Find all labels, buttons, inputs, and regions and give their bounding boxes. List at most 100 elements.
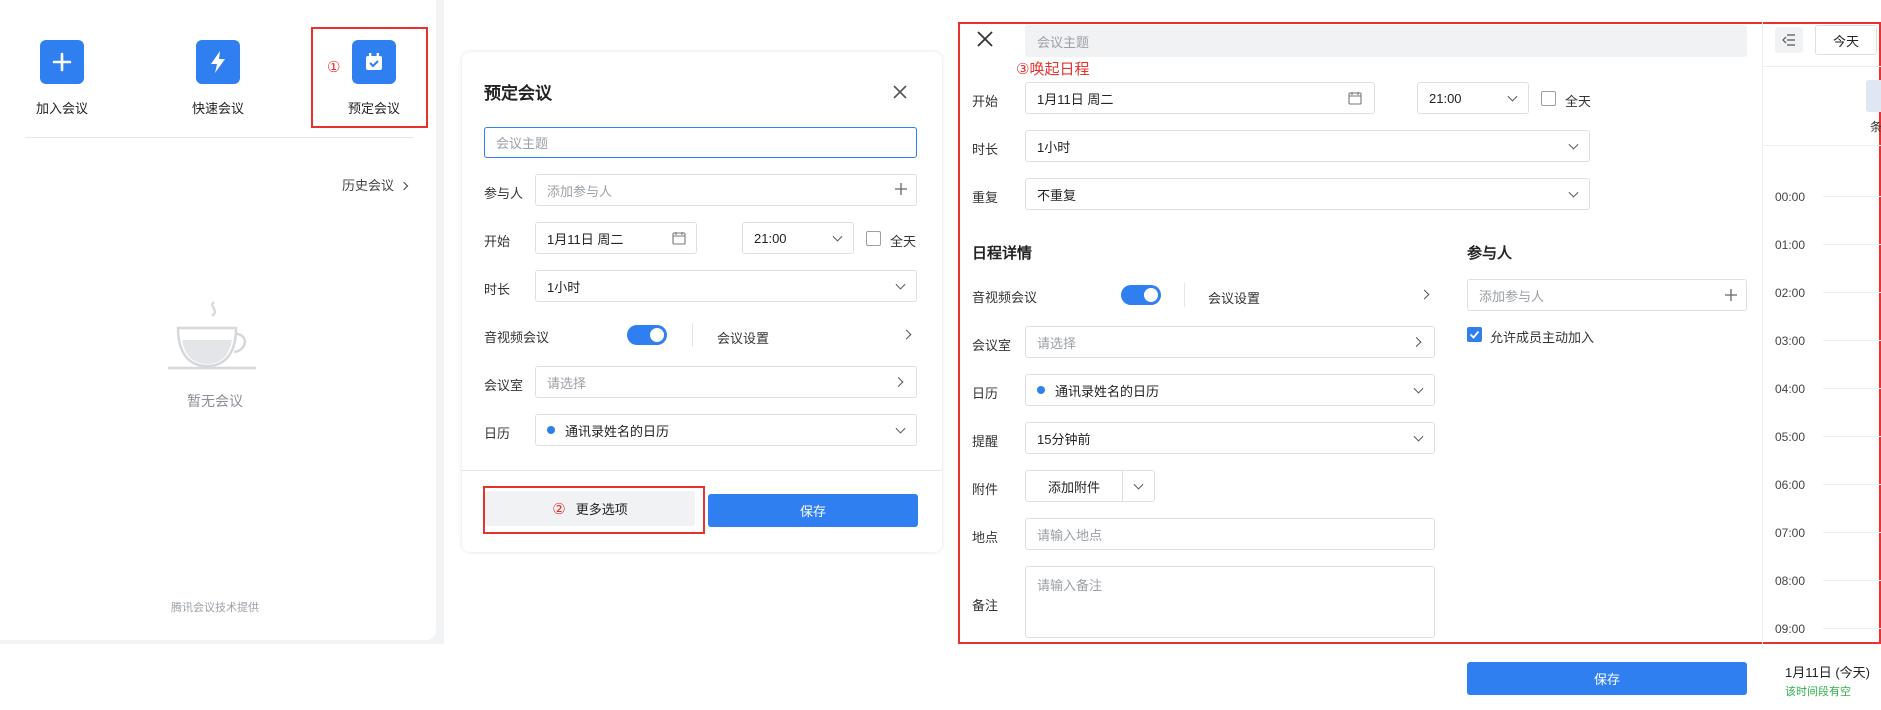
schedule-calendar-select[interactable]: 通讯录姓名的日历 [1025, 374, 1435, 406]
schedule-subject-placeholder: 会议主题 [1037, 34, 1090, 50]
separator [1122, 471, 1123, 501]
hour-label: 01:00 [1775, 238, 1806, 252]
notes-label: 备注 [972, 598, 999, 613]
history-meetings-link[interactable]: 历史会议 [342, 175, 408, 194]
schedule-all-day-label: 全天 [1565, 94, 1592, 109]
meeting-room-select[interactable]: 请选择 [535, 366, 917, 398]
calendar-value: 通讯录姓名的日历 [565, 423, 670, 439]
schedule-calendar-label: 日历 [972, 386, 999, 401]
schedule-all-day-checkbox[interactable] [1541, 91, 1556, 106]
start-date-picker[interactable]: 1月11日 周二 [535, 222, 697, 254]
chevron-down-icon [895, 423, 906, 434]
schedule-save-label: 保存 [1593, 672, 1620, 687]
close-icon[interactable] [976, 30, 994, 51]
schedule-meeting-settings-link[interactable]: 会议设置 [1208, 288, 1260, 307]
calendar-icon [1348, 91, 1362, 108]
checkmark-icon [1469, 330, 1480, 339]
chevron-down-icon [1568, 139, 1579, 150]
hour-label: 08:00 [1775, 574, 1806, 588]
meeting-home-panel: 加入会议 快速会议 预定会议 ① 历史会议 暂无会议 腾讯会议技术提供 [0, 0, 444, 644]
reminder-value: 15分钟前 [1037, 431, 1091, 447]
av-meeting-label: 音视频会议 [484, 330, 550, 345]
step3-caption: ③唤起日程 [1016, 61, 1090, 78]
chevron-down-icon [1413, 383, 1424, 394]
add-attachment-button[interactable]: 添加附件 [1025, 470, 1155, 502]
quick-meeting-label: 快速会议 [191, 101, 244, 116]
schedule-av-toggle[interactable] [1121, 285, 1161, 305]
reminder-select[interactable]: 15分钟前 [1025, 422, 1435, 454]
schedule-save-button[interactable]: 保存 [1467, 662, 1747, 695]
hour-label: 00:00 [1775, 190, 1806, 204]
save-button[interactable]: 保存 [708, 494, 918, 527]
calendar-select[interactable]: 通讯录姓名的日历 [535, 414, 917, 446]
add-icon[interactable] [1724, 288, 1738, 305]
chevron-down-icon [1507, 91, 1518, 102]
schedule-room-select[interactable]: 请选择 [1025, 326, 1435, 358]
avatar [1866, 80, 1881, 112]
schedule-participants-input[interactable]: 添加参与人 [1467, 279, 1747, 311]
hour-label: 02:00 [1775, 286, 1806, 300]
location-input[interactable]: 请输入地点 [1025, 518, 1435, 550]
schedule-start-date-picker[interactable]: 1月11日 周二 [1025, 82, 1375, 114]
reminder-label: 提醒 [972, 434, 999, 449]
schedule-subject-input[interactable]: 会议主题 [1025, 25, 1747, 57]
start-time-value: 21:00 [754, 230, 787, 246]
schedule-start-time-value: 21:00 [1429, 90, 1462, 106]
duration-select[interactable]: 1小时 [535, 270, 917, 302]
location-label: 地点 [972, 530, 999, 545]
schedule-start-time-select[interactable]: 21:00 [1417, 82, 1529, 114]
avatar-name-partial: 条 [1870, 120, 1881, 134]
powered-by-footer: 腾讯会议技术提供 [171, 602, 259, 614]
hour-label: 05:00 [1775, 430, 1806, 444]
chevron-right-icon [893, 377, 904, 387]
chevron-down-icon [895, 279, 906, 290]
add-icon[interactable] [894, 182, 908, 199]
meeting-settings-link[interactable]: 会议设置 [717, 328, 769, 347]
today-button[interactable]: 今天 [1815, 25, 1877, 55]
chevron-down-icon[interactable] [1133, 479, 1144, 490]
location-placeholder: 请输入地点 [1037, 527, 1103, 543]
schedule-duration-value: 1小时 [1037, 139, 1071, 155]
schedule-details-heading: 日程详情 [972, 245, 1033, 262]
schedule-calendar-value: 通讯录姓名的日历 [1055, 383, 1160, 399]
schedule-duration-select[interactable]: 1小时 [1025, 130, 1590, 162]
dialog-title: 预定会议 [484, 84, 552, 103]
collapse-panel-icon[interactable] [1775, 27, 1803, 53]
av-meeting-toggle[interactable] [627, 325, 667, 345]
hour-gridline [1823, 628, 1881, 629]
all-day-checkbox[interactable] [866, 231, 881, 246]
save-label: 保存 [799, 504, 826, 519]
plus-icon [40, 40, 84, 84]
calendar-divider [1762, 22, 1763, 644]
hour-gridline [1823, 244, 1881, 245]
start-time-select[interactable]: 21:00 [742, 222, 854, 254]
calendar-icon [672, 231, 686, 248]
today-label: 今天 [1832, 33, 1859, 49]
separator [1184, 283, 1185, 307]
hour-gridline [1823, 388, 1881, 389]
chevron-right-icon [399, 181, 408, 191]
divider [1762, 145, 1881, 146]
subject-placeholder: 会议主题 [496, 136, 549, 151]
quick-meeting-button[interactable]: 快速会议 [158, 40, 278, 117]
schedule-start-label: 开始 [972, 94, 999, 109]
duration-value: 1小时 [547, 279, 581, 295]
add-attachment-label: 添加附件 [1048, 479, 1101, 495]
subject-input[interactable]: 会议主题 [484, 127, 917, 158]
participants-input[interactable]: 添加参与人 [535, 174, 917, 206]
start-date-value: 1月11日 周二 [547, 231, 624, 247]
allow-join-checkbox[interactable] [1467, 327, 1482, 342]
chevron-down-icon [832, 231, 843, 242]
chevron-down-icon [1413, 431, 1424, 442]
repeat-select[interactable]: 不重复 [1025, 178, 1590, 210]
repeat-label: 重复 [972, 190, 999, 205]
participants-placeholder: 添加参与人 [547, 183, 613, 199]
notes-textarea[interactable]: 请输入备注 [1025, 566, 1435, 638]
coffee-cup-icon [164, 296, 264, 379]
hour-gridline [1823, 532, 1881, 533]
history-meetings-label: 历史会议 [342, 178, 395, 193]
join-meeting-button[interactable]: 加入会议 [2, 40, 122, 117]
divider [462, 470, 942, 471]
close-icon[interactable] [892, 84, 908, 103]
attachment-label: 附件 [972, 482, 999, 497]
